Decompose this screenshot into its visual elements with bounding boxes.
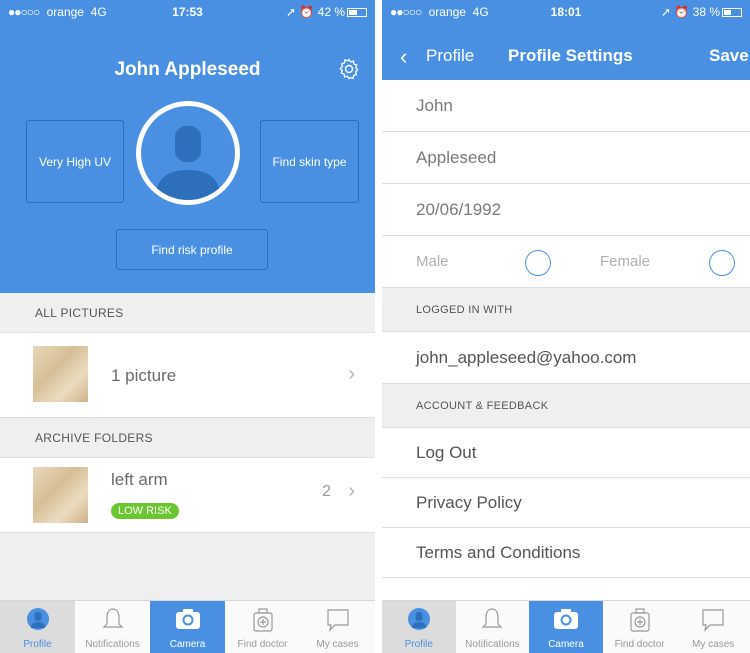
tab-profile[interactable]: Profile	[0, 601, 75, 653]
back-button[interactable]: ‹ Profile	[400, 44, 475, 69]
last-name-field[interactable]: Appleseed	[382, 132, 750, 184]
terms-link[interactable]: Terms and Conditions	[382, 528, 750, 578]
tab-label: Camera	[548, 639, 584, 650]
medical-kit-icon	[629, 608, 650, 632]
page-title: Profile Settings	[508, 46, 633, 65]
tab-label: Camera	[169, 639, 206, 650]
battery-percent: 38 %	[692, 5, 720, 19]
section-account-feedback: ACCOUNT & FEEDBACK	[382, 384, 750, 428]
tab-label: Profile	[404, 639, 433, 650]
section-all-pictures: ALL PICTURES	[0, 293, 375, 333]
back-label: Profile	[426, 46, 475, 65]
alarm-icon: ⏰	[299, 5, 315, 19]
camera-icon	[175, 609, 200, 629]
status-bar: ●●○○○ orange 4G 18:01 ➚ ⏰ 38 %	[382, 0, 750, 22]
tab-find-doctor[interactable]: Find doctor	[603, 601, 677, 653]
risk-badge: LOW RISK	[111, 503, 179, 519]
tab-my-cases[interactable]: My cases	[676, 601, 750, 653]
uv-button[interactable]: Very High UV	[26, 120, 124, 203]
tab-label: Find doctor	[614, 639, 665, 650]
tab-notifications[interactable]: Notifications	[456, 601, 530, 653]
pictures-count-label: 1 picture	[111, 366, 177, 385]
tab-camera[interactable]: Camera	[150, 601, 225, 653]
folder-name: left arm	[111, 470, 168, 489]
speech-bubble-icon	[326, 609, 349, 632]
profile-screen: ●●○○○ orange 4G 17:53 ➚ ⏰ 42 % John Appl…	[0, 0, 375, 653]
chevron-left-icon: ‹	[400, 44, 408, 69]
profile-icon	[407, 608, 430, 630]
nav-bar: ●●○○○ orange 4G 18:01 ➚ ⏰ 38 % ‹ Profile…	[382, 0, 750, 80]
risk-profile-button[interactable]: Find risk profile	[116, 229, 268, 270]
female-label: Female	[600, 253, 651, 270]
tab-profile[interactable]: Profile	[382, 601, 456, 653]
first-name-field[interactable]: John	[382, 80, 750, 132]
skin-thumbnail	[33, 346, 88, 402]
medical-kit-icon	[252, 608, 273, 632]
privacy-policy-link[interactable]: Privacy Policy	[382, 478, 750, 528]
logout-button[interactable]: Log Out	[382, 428, 750, 478]
battery-percent: 42 %	[317, 5, 345, 19]
skin-thumbnail	[33, 467, 88, 523]
status-bar: ●●○○○ orange 4G 17:53 ➚ ⏰ 42 %	[0, 0, 375, 22]
bell-icon	[481, 608, 503, 628]
profile-header: ●●○○○ orange 4G 17:53 ➚ ⏰ 42 % John Appl…	[0, 0, 375, 293]
battery-icon	[347, 8, 367, 17]
gender-row: Male Female	[382, 236, 750, 288]
dob-field[interactable]: 20/06/1992	[382, 184, 750, 236]
male-radio[interactable]	[525, 250, 551, 276]
folder-count: 2	[322, 483, 331, 500]
alarm-icon: ⏰	[674, 5, 690, 19]
section-logged-in: LOGGED IN WITH	[382, 288, 750, 332]
section-archive-folders: ARCHIVE FOLDERS	[0, 418, 375, 458]
male-label: Male	[416, 253, 449, 270]
tab-label: Find doctor	[237, 639, 288, 650]
empty-area	[0, 533, 375, 600]
skin-type-button[interactable]: Find skin type	[260, 120, 359, 203]
tab-label: Notifications	[465, 639, 520, 650]
tab-label: My cases	[316, 639, 359, 650]
tab-label: Profile	[23, 639, 52, 650]
chevron-right-icon: ›	[348, 363, 355, 385]
save-button[interactable]: Save	[709, 46, 749, 66]
female-radio[interactable]	[709, 250, 735, 276]
speech-bubble-icon	[702, 609, 724, 632]
tab-find-doctor[interactable]: Find doctor	[225, 601, 300, 653]
profile-name: John Appleseed	[114, 59, 261, 80]
tab-notifications[interactable]: Notifications	[75, 601, 150, 653]
location-icon: ➚	[660, 5, 671, 19]
chevron-right-icon: ›	[348, 480, 355, 502]
email-row: john_appleseed@yahoo.com	[382, 332, 750, 384]
tab-label: My cases	[692, 639, 735, 650]
tab-camera[interactable]: Camera	[529, 601, 603, 653]
avatar[interactable]	[136, 101, 240, 205]
tab-bar: Profile Notifications Camera Find doctor…	[382, 600, 750, 653]
profile-settings-screen: ●●○○○ orange 4G 18:01 ➚ ⏰ 38 % ‹ Profile…	[382, 0, 750, 653]
tab-my-cases[interactable]: My cases	[300, 601, 375, 653]
folder-row[interactable]: left arm LOW RISK 2 ›	[0, 458, 375, 533]
tab-label: Notifications	[85, 639, 140, 650]
bell-icon	[102, 608, 123, 628]
profile-icon	[26, 608, 49, 630]
location-icon: ➚	[285, 5, 296, 19]
person-icon	[155, 126, 221, 200]
camera-icon	[553, 609, 578, 629]
battery-icon	[722, 8, 742, 17]
gear-icon[interactable]	[337, 57, 361, 81]
pictures-row[interactable]: 1 picture ›	[0, 333, 375, 418]
tab-bar: Profile Notifications Camera Find doctor…	[0, 600, 375, 653]
